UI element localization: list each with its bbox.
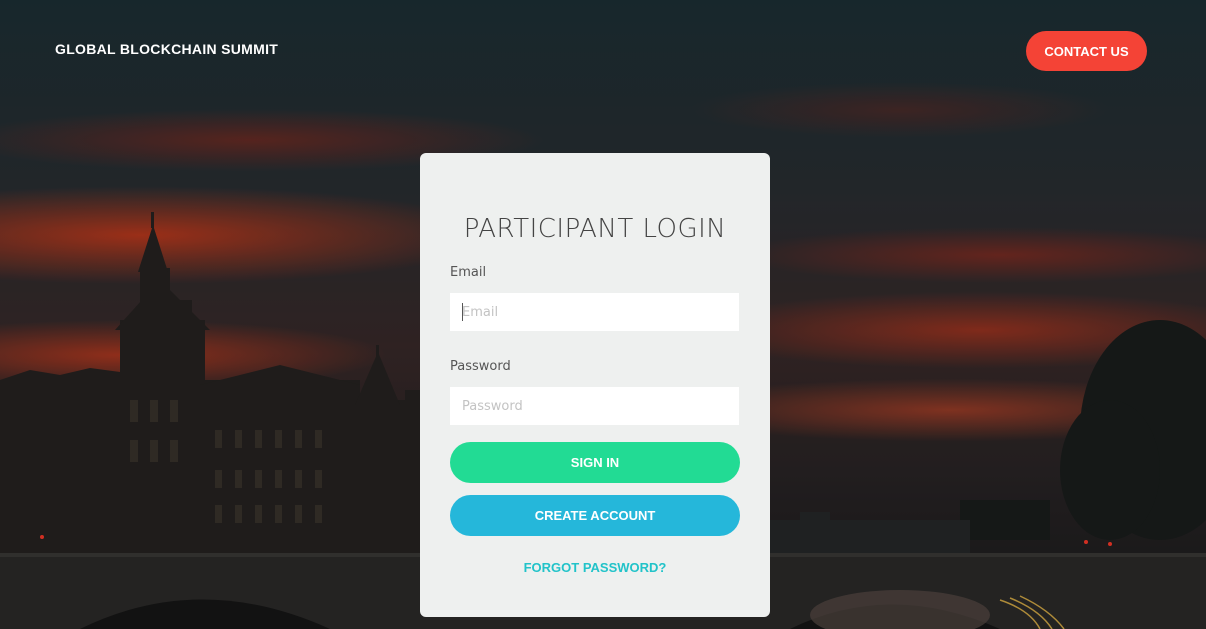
login-title: PARTICIPANT LOGIN: [463, 214, 727, 244]
email-input[interactable]: [450, 293, 739, 331]
page: GLOBAL BLOCKCHAIN SUMMIT CONTACT US PART…: [0, 0, 1206, 629]
email-label: Email: [450, 265, 487, 280]
text-caret: [462, 303, 463, 321]
create-account-button[interactable]: CREATE ACCOUNT: [450, 495, 740, 536]
password-label: Password: [450, 359, 511, 374]
password-input[interactable]: [450, 387, 739, 425]
contact-us-button[interactable]: CONTACT US: [1026, 31, 1147, 71]
sign-in-button[interactable]: SIGN IN: [450, 442, 740, 483]
login-card: PARTICIPANT LOGIN Email Password SIGN IN…: [420, 153, 770, 617]
forgot-password-link[interactable]: FORGOT PASSWORD?: [420, 560, 770, 575]
site-brand[interactable]: GLOBAL BLOCKCHAIN SUMMIT: [55, 41, 278, 57]
